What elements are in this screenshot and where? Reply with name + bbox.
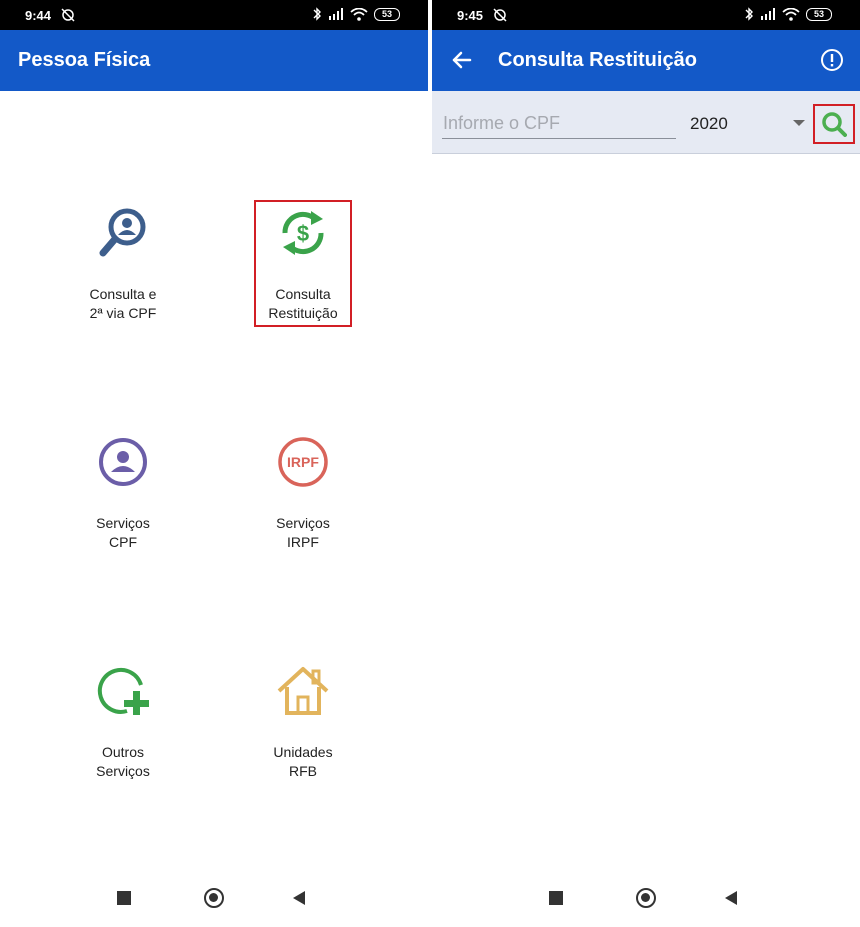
year-value: 2020 [690,114,728,133]
status-bar: 9:44 53 [0,0,428,30]
year-select[interactable]: 2020 [690,109,805,139]
signal-icon [329,8,343,20]
search-icon [822,112,847,137]
alarm-off-icon [61,8,75,22]
consulta-restituicao-screen: 9:45 53 Consulta Restituição 2020 [432,0,860,927]
cpf-input[interactable] [442,109,676,139]
recents-icon[interactable] [117,891,131,905]
tile-servicos-cpf[interactable]: Serviços CPF [73,434,173,552]
status-time: 9:44 [25,8,52,23]
tile-servicos-irpf[interactable]: IRPF Serviços IRPF [253,434,353,552]
bluetooth-icon [745,7,753,21]
tile-label: Consulta Restituição [268,286,338,321]
page-title: Pessoa Física [18,49,151,71]
back-arrow-icon[interactable] [450,48,474,72]
tile-unidades-rfb[interactable]: Unidades RFB [253,663,353,781]
svg-text:$: $ [297,221,309,246]
add-circle-icon [97,667,149,715]
signal-icon [761,8,775,20]
tile-label: Unidades RFB [273,744,333,779]
back-icon[interactable] [293,891,305,905]
bluetooth-icon [313,7,321,21]
status-bar: 9:45 53 [432,0,860,30]
recents-icon[interactable] [549,891,563,905]
wifi-icon [350,7,368,21]
tile-label: Serviços CPF [96,515,150,550]
pessoa-fisica-screen: 9:44 53 Pessoa Física Consulta e 2ª via … [0,0,428,927]
battery-icon: 53 [806,7,832,21]
status-time: 9:45 [457,8,484,23]
nav-bar [432,871,860,927]
person-circle-icon [99,438,147,486]
back-icon[interactable] [725,891,737,905]
wifi-icon [782,7,800,21]
tile-label: Outros Serviços [96,744,150,779]
status-icons: 53 [312,7,400,21]
person-search-icon [99,208,146,257]
irpf-badge-text: IRPF [287,454,319,470]
search-button[interactable] [813,104,855,144]
nav-bar [0,871,428,927]
home-icon[interactable] [204,888,224,908]
irpf-badge-icon: IRPF [278,437,328,487]
home-icon[interactable] [636,888,656,908]
app-bar: Consulta Restituição [432,30,860,91]
dollar-refresh-icon: $ [282,211,324,255]
caret-down-icon [793,120,805,126]
tile-label: Consulta e 2ª via CPF [89,286,157,321]
page-title: Consulta Restituição [498,49,697,71]
battery-icon: 53 [374,7,400,21]
app-bar: Pessoa Física [0,30,428,91]
tile-outros-servicos[interactable]: Outros Serviços [73,663,173,781]
tile-consulta-restituicao[interactable]: $ Consulta Restituição [253,205,353,323]
house-icon [277,667,329,715]
status-icons: 53 [744,7,832,21]
tile-consulta-cpf[interactable]: Consulta e 2ª via CPF [73,205,173,323]
search-bar: 2020 [432,91,860,154]
tile-label: Serviços IRPF [276,515,330,550]
alarm-off-icon [493,8,507,22]
info-icon[interactable] [820,48,844,72]
